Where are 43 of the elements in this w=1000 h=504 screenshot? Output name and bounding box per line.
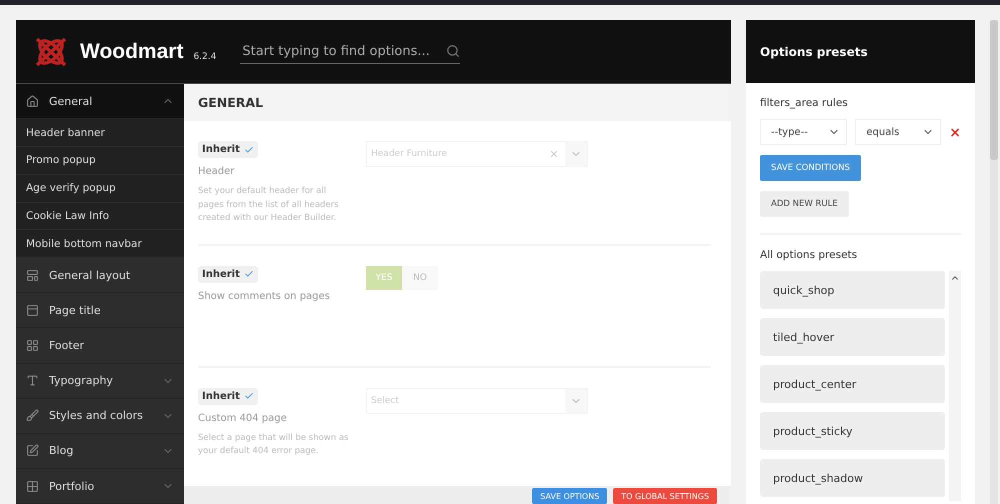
panel-title: Options presets bbox=[746, 20, 976, 83]
version-label: 6.2.4 bbox=[193, 52, 216, 62]
scrollbar[interactable] bbox=[949, 271, 962, 501]
section-title: GENERAL bbox=[184, 83, 732, 121]
preset-item[interactable]: tiled_hover bbox=[760, 318, 946, 356]
inherit-tag[interactable]: Inherit bbox=[198, 388, 258, 405]
sidebar-subitem[interactable]: Promo popup bbox=[16, 146, 184, 175]
list-title: All options presets bbox=[760, 249, 858, 261]
setting-description: Set your default header for all pages from the list of all headers created with our Header Builder. bbox=[198, 185, 340, 226]
sidebar-subitem[interactable]: Cookie Law Info bbox=[16, 202, 184, 230]
preset-item[interactable]: product_shadow bbox=[760, 459, 946, 497]
add-rule-button[interactable]: ADD NEW RULE bbox=[760, 191, 849, 217]
section-icon bbox=[26, 304, 39, 317]
section-icon bbox=[26, 480, 39, 492]
preset-item[interactable]: quick_shop bbox=[760, 271, 946, 309]
inherit-tag[interactable]: Inherit bbox=[198, 141, 258, 158]
setting-title: Header bbox=[198, 166, 234, 177]
section-icon bbox=[26, 339, 39, 352]
setting-title: Show comments on pages bbox=[198, 290, 330, 302]
section-icon bbox=[26, 94, 39, 108]
rules-title: filters_area rules bbox=[760, 97, 849, 109]
operator-dropdown[interactable]: equals bbox=[855, 119, 941, 145]
app-name: Woodmart bbox=[80, 40, 184, 64]
section-icon bbox=[26, 444, 39, 458]
clear-icon[interactable] bbox=[549, 149, 559, 159]
delete-icon[interactable] bbox=[948, 126, 962, 138]
sidebar-item[interactable]: General bbox=[16, 84, 184, 120]
setting-description: Select a page that will be shown as your default 404 error page. bbox=[198, 432, 350, 458]
section-icon bbox=[26, 374, 39, 388]
setting-title: Custom 404 page bbox=[198, 412, 287, 424]
search-field[interactable]: Start typing to find options... bbox=[240, 40, 460, 64]
section-icon bbox=[26, 409, 39, 422]
global-settings-button[interactable]: TO GLOBAL SETTINGS bbox=[613, 488, 718, 504]
section-icon bbox=[26, 268, 39, 282]
preset-item[interactable]: product_sticky bbox=[760, 412, 946, 450]
preset-item[interactable]: product_center bbox=[760, 365, 946, 403]
type-dropdown[interactable]: --type-- bbox=[760, 119, 848, 145]
sidebar-subitem[interactable]: Age verify popup bbox=[16, 174, 184, 203]
sidebar-subitem[interactable]: Mobile bottom navbar bbox=[16, 230, 184, 258]
search-icon bbox=[446, 44, 460, 58]
inherit-tag[interactable]: Inherit bbox=[198, 266, 258, 283]
page-scrollbar[interactable] bbox=[990, 20, 998, 504]
sidebar-subitem[interactable]: Header banner bbox=[16, 119, 184, 147]
